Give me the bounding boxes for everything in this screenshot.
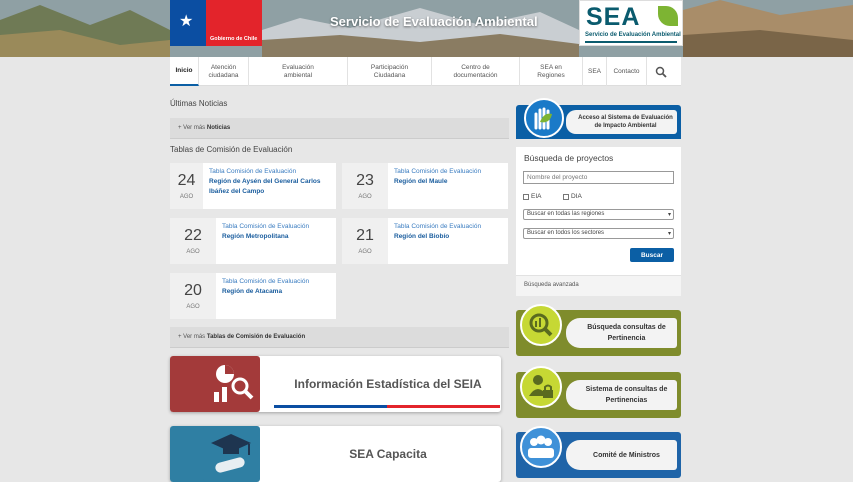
seia-access-label: Acceso al Sistema de Evaluación de Impac… <box>566 110 677 134</box>
card-month: AGO <box>179 194 194 200</box>
project-search-title: Búsqueda de proyectos <box>524 153 614 163</box>
news-more-target: Noticias <box>206 125 231 131</box>
project-name-input[interactable]: Nombre del proyecto <box>523 171 674 184</box>
card-region[interactable]: Región del Maule <box>394 177 481 187</box>
search-button[interactable]: Buscar <box>630 248 674 262</box>
leaf-icon <box>658 6 678 26</box>
eia-label: EIA <box>531 193 542 200</box>
graduation-cap-icon <box>203 426 260 482</box>
group-icon <box>520 426 562 468</box>
main-nav: Inicio Atención ciudadana Evaluación amb… <box>170 57 681 86</box>
commission-more-target: Tablas de Comisión de Evaluación <box>206 334 306 340</box>
nav-item-sea[interactable]: SEA <box>583 57 607 86</box>
sector-select[interactable]: Buscar en todos los sectores ▾ <box>523 228 674 239</box>
eia-checkbox[interactable]: EIA <box>523 193 541 200</box>
commission-card[interactable]: 24 AGO Tabla Comisión de Evaluación Región… <box>170 163 336 209</box>
news-title: Últimas Noticias <box>170 99 228 108</box>
site-title: Servicio de Evaluación Ambiental <box>330 14 538 29</box>
commission-card[interactable]: 23 AGO Tabla Comisión de Evaluación Región… <box>342 163 508 209</box>
advanced-search-link[interactable]: Búsqueda avanzada <box>516 275 681 296</box>
site-header: ★ Gobierno de Chile Servicio de Evaluaci… <box>0 0 853 57</box>
nav-item-contacto[interactable]: Contacto <box>607 57 647 86</box>
chart-magnifier-icon <box>203 356 260 412</box>
pertinencia-system-button[interactable]: Sistema de consultas de Pertinencias <box>516 366 681 418</box>
dia-checkbox[interactable]: DIA <box>563 193 582 200</box>
card-month: AGO <box>186 304 200 310</box>
pertinencia-system-label: Sistema de consultas de Pertinencias <box>566 380 677 410</box>
sea-logo[interactable]: SEA Servicio de Evaluación Ambiental <box>579 0 683 46</box>
sea-capacita-banner-label: SEA Capacita <box>349 447 427 461</box>
card-month: AGO <box>358 249 372 255</box>
commission-more-link[interactable]: + Ver más Tablas de Comisión de Evaluaci… <box>170 327 509 348</box>
sea-capacita-banner[interactable]: SEA Capacita <box>170 426 501 482</box>
comite-ministros-button[interactable]: Comité de Ministros <box>516 426 681 478</box>
card-kind[interactable]: Tabla Comisión de Evaluación <box>222 222 309 231</box>
commission-card[interactable]: 21 AGO Tabla Comisión de Evaluación Región… <box>342 218 508 264</box>
gobierno-de-chile-logo[interactable]: ★ Gobierno de Chile <box>170 0 262 46</box>
sector-select-value: Buscar en todos los sectores <box>527 230 605 236</box>
estadistica-banner-label: Información Estadística del SEIA <box>294 377 482 391</box>
nav-item-inicio[interactable]: Inicio <box>170 57 199 86</box>
logo-underline <box>585 41 677 43</box>
nav-item-evaluacion-ambiental[interactable]: Evaluación ambiental <box>249 57 348 86</box>
region-select-value: Buscar en todas las regiones <box>527 211 605 217</box>
pertinencia-search-button[interactable]: Búsqueda consultas de Pertinencia <box>516 304 681 356</box>
flag-stripe <box>274 405 500 408</box>
comite-ministros-label: Comité de Ministros <box>566 440 677 470</box>
chevron-down-icon: ▾ <box>667 212 671 218</box>
nav-item-centro-documentacion[interactable]: Centro de documentación <box>432 57 520 86</box>
card-day: 21 <box>356 227 374 244</box>
card-month: AGO <box>186 249 200 255</box>
region-select[interactable]: Buscar en todas las regiones ▾ <box>523 209 674 220</box>
chevron-down-icon: ▾ <box>667 231 671 237</box>
nav-item-atencion-ciudadana[interactable]: Atención ciudadana <box>199 57 249 86</box>
magnifier-chart-icon <box>520 304 562 346</box>
card-kind[interactable]: Tabla Comisión de Evaluación <box>209 167 330 176</box>
news-more-prefix: + Ver más <box>178 125 206 131</box>
user-lock-icon <box>520 366 562 408</box>
news-more-link[interactable]: + Ver más Noticias <box>170 118 509 139</box>
card-kind[interactable]: Tabla Comisión de Evaluación <box>222 277 309 286</box>
dia-label: DIA <box>571 193 582 200</box>
search-icon[interactable] <box>647 57 674 86</box>
pertinencia-search-label: Búsqueda consultas de Pertinencia <box>566 318 677 348</box>
card-region[interactable]: Región de Atacama <box>222 287 309 297</box>
seia-access-button[interactable]: Acceso al Sistema de Evaluación de Impac… <box>516 98 681 139</box>
card-day: 23 <box>356 172 374 189</box>
hand-leaf-icon <box>524 98 564 138</box>
sea-logo-letters: SEA <box>586 3 641 31</box>
star-icon: ★ <box>179 13 194 30</box>
commission-title: Tablas de Comisión de Evaluación <box>170 145 293 154</box>
project-search-panel: Búsqueda de proyectos Nombre del proyect… <box>516 147 681 296</box>
gob-label: Gobierno de Chile <box>210 36 258 42</box>
card-day: 20 <box>184 282 202 299</box>
card-day: 22 <box>184 227 202 244</box>
estadistica-banner[interactable]: Información Estadística del SEIA <box>170 356 501 412</box>
card-kind[interactable]: Tabla Comisión de Evaluación <box>394 222 481 231</box>
commission-more-prefix: + Ver más <box>178 334 206 340</box>
commission-card[interactable]: 22 AGO Tabla Comisión de Evaluación Región… <box>170 218 336 264</box>
card-month: AGO <box>358 194 372 200</box>
sea-logo-subtitle: Servicio de Evaluación Ambiental <box>585 32 681 38</box>
commission-card[interactable]: 20 AGO Tabla Comisión de Evaluación Región… <box>170 273 336 319</box>
card-region[interactable]: Región Metropolitana <box>222 232 309 242</box>
card-day: 24 <box>177 172 196 189</box>
card-region[interactable]: Región de Aysén del General Carlos Ibáñe… <box>209 177 330 197</box>
nav-item-sea-regiones[interactable]: SEA en Regiones <box>520 57 583 86</box>
card-region[interactable]: Región del Biobío <box>394 232 481 242</box>
nav-item-participacion-ciudadana[interactable]: Participación Ciudadana <box>348 57 432 86</box>
card-kind[interactable]: Tabla Comisión de Evaluación <box>394 167 481 176</box>
